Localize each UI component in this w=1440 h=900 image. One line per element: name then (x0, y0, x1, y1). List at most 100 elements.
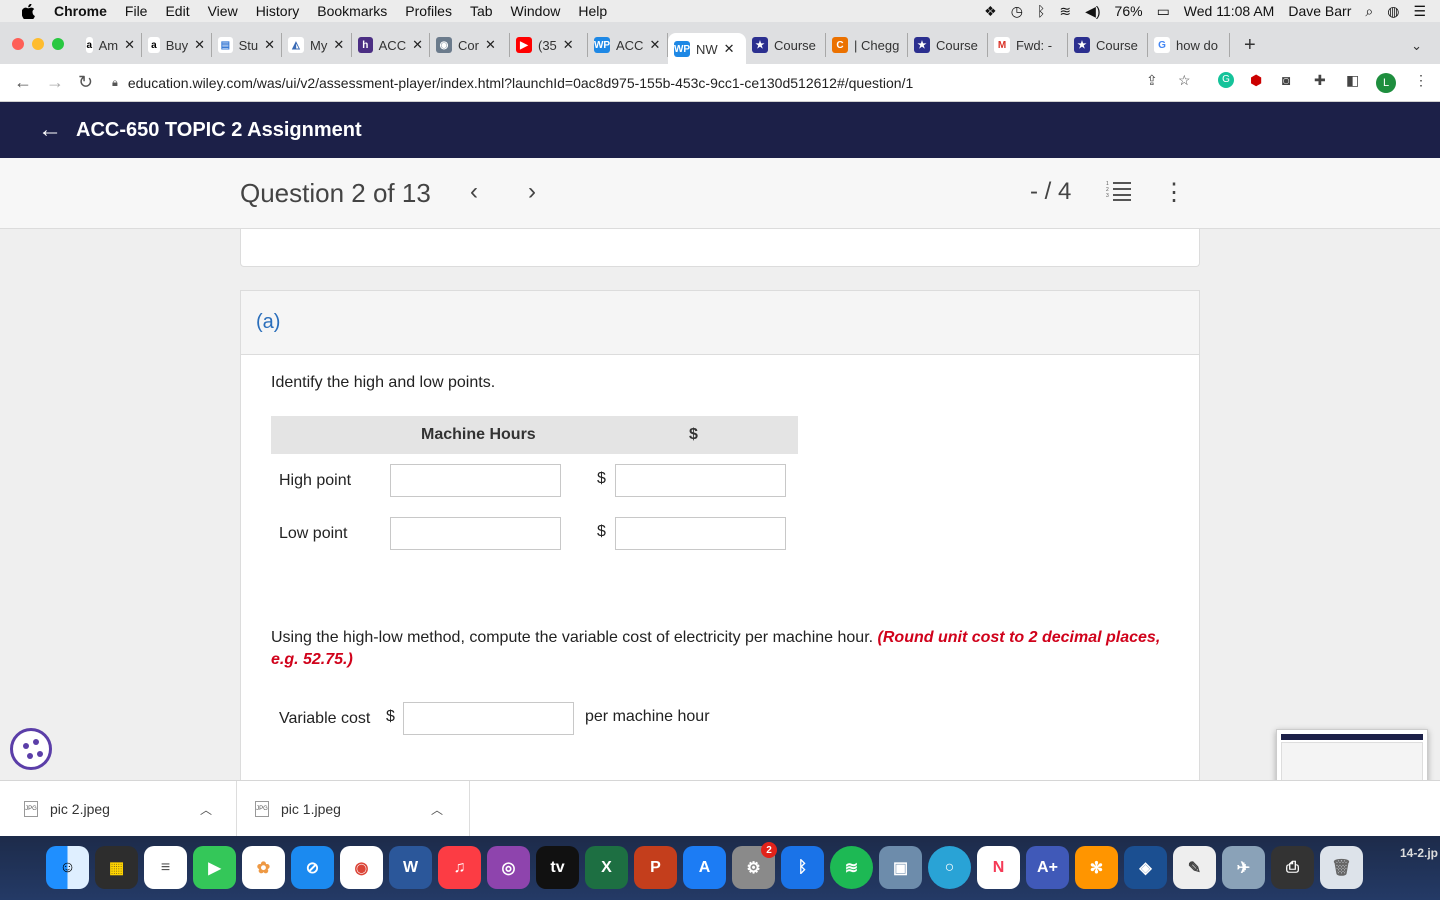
close-tab-icon[interactable]: ✕ (264, 37, 275, 53)
safari-icon[interactable]: ⊘ (291, 846, 334, 889)
low-point-hours-input[interactable] (390, 517, 561, 550)
browser-tab[interactable]: Ghow do (1148, 33, 1230, 57)
browser-menu-icon[interactable]: ⋮ (1414, 72, 1428, 89)
new-tab-plus-icon[interactable]: + (1244, 34, 1256, 57)
close-tab-icon[interactable]: ✕ (194, 37, 205, 53)
browser-tab[interactable]: ★ Course (1068, 33, 1148, 57)
question-list-icon[interactable]: 123 (1106, 180, 1132, 207)
close-tab-icon[interactable]: ✕ (563, 37, 574, 53)
podcasts-icon[interactable]: ◎ (487, 846, 530, 889)
bluetooth-file-exchange-icon[interactable]: ᛒ (781, 846, 824, 889)
browser-tab[interactable]: ◉ Cor ✕ (430, 33, 510, 57)
browser-tab[interactable]: M Fwd: - (988, 33, 1068, 57)
close-tab-icon[interactable]: ✕ (124, 37, 135, 53)
close-tab-icon[interactable]: ✕ (724, 41, 735, 57)
browser-tab[interactable]: ▤ Stu ✕ (212, 33, 282, 57)
menu-app-name[interactable]: Chrome (54, 3, 107, 19)
download-filename[interactable]: pic 2.jpeg (50, 801, 110, 817)
trash-icon[interactable]: 🗑︎ (1320, 846, 1363, 889)
reminders-icon[interactable]: ≡ (144, 846, 187, 889)
download-item[interactable]: JPG pic 2.jpeg ︿ (0, 781, 237, 837)
widget-icon[interactable]: ✻ (1075, 846, 1118, 889)
forward-arrow-icon[interactable]: → (46, 72, 64, 93)
system-preferences-icon[interactable]: ⚙ 2 (732, 842, 777, 889)
powerpoint-icon[interactable]: P (634, 846, 677, 889)
side-panel-icon[interactable]: ◧ (1346, 72, 1359, 89)
word-icon[interactable]: W (389, 846, 432, 889)
back-arrow-icon[interactable]: ← (14, 72, 32, 93)
next-question-chevron-icon[interactable]: › (528, 178, 536, 206)
browser-tab[interactable]: C | Chegg (826, 33, 908, 57)
screenshot-thumbnail-preview[interactable] (1276, 729, 1428, 780)
low-point-amount-input[interactable] (615, 517, 786, 550)
browser-tab[interactable]: ▶ (35 ✕ (510, 33, 588, 57)
chevron-up-icon[interactable]: ︿ (200, 801, 212, 818)
notification-center-icon[interactable]: ☰ (1413, 3, 1426, 20)
font-book-icon[interactable]: A+ (1026, 846, 1069, 889)
close-tab-icon[interactable]: ✕ (333, 37, 344, 53)
siri-icon[interactable]: ◍ (1387, 3, 1399, 20)
textedit-icon[interactable]: ✎ (1173, 846, 1216, 889)
download-item[interactable]: JPG pic 1.jpeg ︿ (237, 781, 470, 837)
menu-view[interactable]: View (208, 3, 238, 19)
close-window-button[interactable] (12, 38, 24, 50)
menu-window[interactable]: Window (511, 3, 561, 19)
volume-icon[interactable]: ◀) (1085, 3, 1100, 20)
profile-avatar[interactable]: L (1376, 73, 1396, 93)
excel-icon[interactable]: X (585, 846, 628, 889)
screen-recorder-icon[interactable]: ○ (928, 846, 971, 889)
apple-icon[interactable] (22, 3, 36, 19)
photos-icon[interactable]: ✿ (242, 846, 285, 889)
menu-clock[interactable]: Wed 11:08 AM (1184, 3, 1275, 19)
menu-bookmarks[interactable]: Bookmarks (317, 3, 387, 19)
browser-tab[interactable]: a Am ✕ (80, 33, 142, 57)
spotify-icon[interactable]: ≋ (830, 846, 873, 889)
more-options-icon[interactable]: ⋮ (1162, 178, 1186, 207)
menu-help[interactable]: Help (578, 3, 607, 19)
close-tab-icon[interactable]: ✕ (649, 37, 660, 53)
menu-profiles[interactable]: Profiles (405, 3, 452, 19)
browser-tab[interactable]: WP ACC ✕ (588, 33, 668, 57)
extensions-puzzle-icon[interactable]: ✚ (1314, 72, 1326, 89)
browser-tab[interactable]: a Buy ✕ (142, 33, 212, 57)
bluetooth-icon[interactable]: ᛒ (1037, 3, 1045, 19)
cookie-settings-icon[interactable] (10, 728, 52, 770)
menu-file[interactable]: File (125, 3, 148, 19)
extension-badge-icon[interactable]: ⬢ (1250, 72, 1262, 89)
extension-icon[interactable]: ◙ (1282, 72, 1290, 88)
browser-tab[interactable]: ★ Course (746, 33, 826, 57)
menu-user[interactable]: Dave Barr (1288, 3, 1351, 19)
preview-icon[interactable]: ▣ (879, 846, 922, 889)
chrome-icon[interactable]: ◉ (340, 846, 383, 889)
news-icon[interactable]: N (977, 846, 1020, 889)
menu-history[interactable]: History (256, 3, 300, 19)
menu-edit[interactable]: Edit (165, 3, 189, 19)
reload-icon[interactable]: ↻ (78, 72, 93, 93)
tab-search-chevron-icon[interactable]: ⌄ (1411, 38, 1422, 54)
share-icon[interactable]: ⇪ (1146, 72, 1158, 89)
variable-cost-input[interactable] (403, 702, 574, 735)
download-filename[interactable]: pic 1.jpeg (281, 801, 341, 817)
high-point-hours-input[interactable] (390, 464, 561, 497)
spotlight-search-icon[interactable]: ⌕ (1365, 3, 1373, 20)
browser-tab[interactable]: WP NW ✕ (668, 33, 746, 65)
address-bar[interactable]: 🔒︎ education.wiley.com/was/ui/v2/assessm… (112, 69, 1202, 97)
finder-icon[interactable]: ☺ (46, 846, 89, 889)
facetime-icon[interactable]: ▶ (193, 846, 236, 889)
file-preview-icon[interactable]: ✈ (1222, 846, 1265, 889)
wifi-icon[interactable]: ≋ (1059, 3, 1071, 20)
grammarly-extension-icon[interactable]: G (1218, 72, 1234, 88)
browser-tab[interactable]: ★ Course (908, 33, 988, 57)
browser-tab[interactable]: h ACC ✕ (352, 33, 430, 57)
dropbox-icon[interactable]: ❖ (984, 3, 997, 20)
bookmark-star-icon[interactable]: ☆ (1178, 72, 1191, 89)
minimize-window-button[interactable] (32, 38, 44, 50)
zoom-window-button[interactable] (52, 38, 64, 50)
apple-tv-icon[interactable]: tv (536, 846, 579, 889)
network-utility-icon[interactable]: ◈ (1124, 846, 1167, 889)
battery-icon[interactable]: ▭ (1157, 3, 1170, 20)
previous-question-chevron-icon[interactable]: ‹ (470, 178, 478, 206)
printer-icon[interactable]: ⎙ (1271, 846, 1314, 889)
back-to-assignment-icon[interactable]: ← (38, 116, 62, 144)
browser-tab[interactable]: ◭ My ✕ (282, 33, 352, 57)
